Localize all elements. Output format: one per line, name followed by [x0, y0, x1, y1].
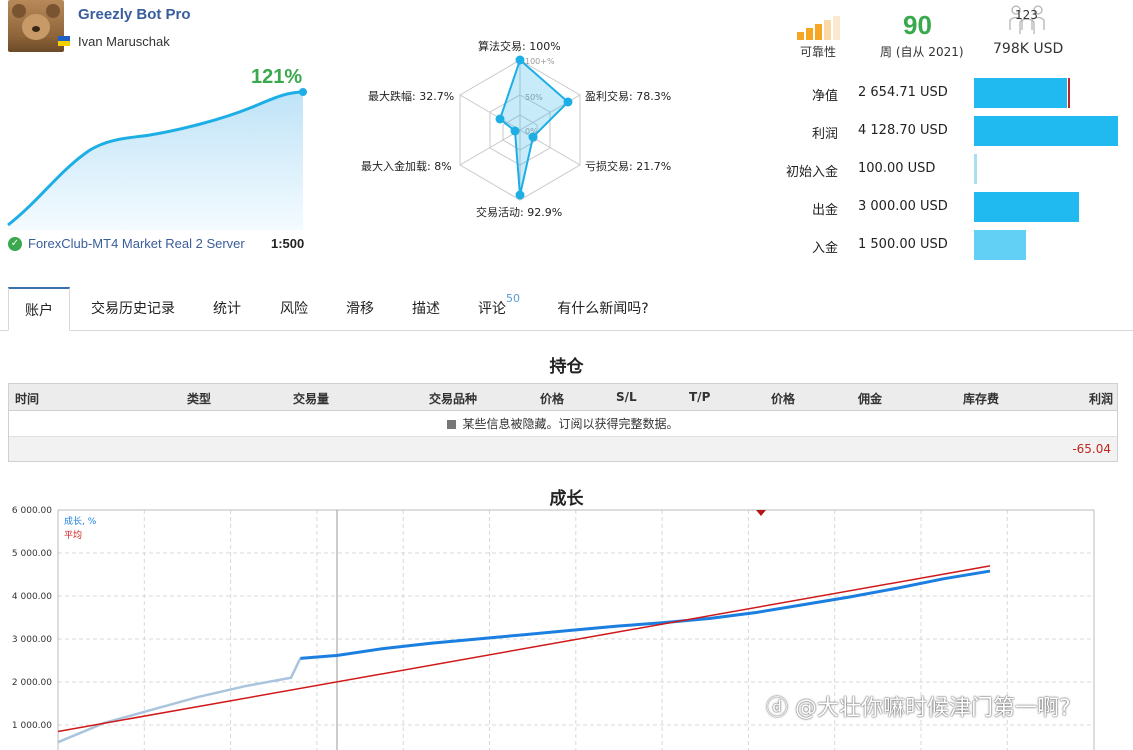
radar-point	[515, 55, 525, 65]
radar-point	[510, 126, 520, 136]
positions-total-row: -65.04	[9, 437, 1117, 461]
subscribers-count: 123	[1015, 8, 1038, 22]
subscribers-funds: 798K USD	[993, 41, 1064, 57]
radar-point	[563, 97, 573, 107]
hidden-info-text: 某些信息被隐藏。订阅以获得完整数据。	[462, 417, 679, 431]
tab-statistics[interactable]: 统计	[200, 287, 254, 331]
radar-label-activity: 交易活动: 92.9%	[476, 206, 563, 219]
finance-value: 3 000.00 USD	[858, 199, 948, 214]
growth-y-tick: 6 000.00	[12, 506, 52, 516]
growth-series-line-history	[57, 657, 302, 744]
hidden-info-note: 某些信息被隐藏。订阅以获得完整数据。	[9, 411, 1117, 437]
growth-y-tick: 5 000.00	[12, 549, 52, 559]
growth-legend-avg: 平均	[64, 529, 82, 541]
radar-chart: 100+% 50% 0% 算法交易: 100% 盈利交易: 78.3% 亏损交易…	[350, 30, 690, 230]
tab-account[interactable]: 账户	[8, 287, 70, 331]
finance-row-profit: 利润 4 128.70 USD	[760, 116, 1130, 146]
bot-avatar[interactable]	[8, 0, 64, 52]
column-header: 价格	[540, 392, 565, 406]
finance-key: 入金	[811, 241, 838, 256]
column-header: 时间	[15, 392, 40, 406]
column-header: 价格	[771, 392, 796, 406]
finance-value: 2 654.71 USD	[858, 85, 948, 100]
radar-label-profit-trades: 盈利交易: 78.3%	[585, 90, 672, 103]
tab-slippage[interactable]: 滑移	[332, 287, 388, 331]
finance-bar	[974, 78, 1067, 108]
leverage: 1:500	[271, 236, 305, 251]
radar-label-max-deposit-load: 最大入金加载: 8%	[361, 160, 452, 173]
radar-label-max-drawdown: 最大跌幅: 32.7%	[368, 90, 455, 103]
server-name: ForexClub-MT4 Market Real 2 Server	[28, 236, 245, 251]
finance-row-deposits: 入金 1 500.00 USD	[760, 230, 1130, 260]
watermark: ⓓ @大壮你嘛时候津门第一啊?	[766, 696, 1071, 721]
column-header: 利润	[1089, 392, 1114, 406]
reviews-count-badge: 50	[506, 292, 520, 305]
finance-bar	[974, 230, 1026, 260]
radar-point	[528, 132, 538, 142]
tab-news[interactable]: 有什么新闻吗?	[545, 287, 661, 331]
column-header: 佣金	[858, 392, 883, 406]
finance-bar	[974, 116, 1118, 146]
column-header: 交易量	[293, 392, 330, 406]
equity-marker	[1068, 78, 1070, 108]
bot-name[interactable]: Greezly Bot Pro	[78, 6, 191, 23]
finance-key: 初始入金	[785, 165, 838, 180]
radar-point	[495, 114, 505, 124]
tab-risks[interactable]: 风险	[266, 287, 322, 331]
weeks-count: 90	[903, 10, 932, 40]
tab-bar: 账户 交易历史记录 统计 风险 滑移 描述 评论 有什么新闻吗?	[0, 287, 1133, 331]
radar-label-loss-trades: 亏损交易: 21.7%	[585, 160, 672, 173]
growth-legend-growth: 成长, %	[64, 515, 97, 527]
finance-key: 出金	[811, 203, 838, 218]
finance-bar	[974, 154, 977, 184]
positions-total-profit: -65.04	[1072, 442, 1111, 456]
positions-table: 时间 类型 交易量 交易品种 价格 S/L T/P 价格 佣金 库存费 利润 某…	[8, 383, 1118, 462]
positions-table-header: 时间 类型 交易量 交易品种 价格 S/L T/P 价格 佣金 库存费 利润	[9, 384, 1117, 411]
column-header: 交易品种	[429, 392, 478, 406]
finance-value: 1 500.00 USD	[858, 237, 948, 252]
column-header: 类型	[187, 392, 212, 406]
radar-point	[515, 190, 525, 200]
finance-row-initial-deposit: 初始入金 100.00 USD	[760, 154, 1130, 184]
finance-value: 100.00 USD	[858, 161, 936, 176]
radar-ring-label-100: 100+%	[525, 57, 555, 66]
author-name[interactable]: Ivan Maruschak	[78, 34, 170, 49]
column-header: 库存费	[963, 392, 1000, 406]
growth-y-tick: 1 000.00	[12, 721, 52, 731]
mini-chart-area	[8, 92, 303, 230]
finance-key: 净值	[811, 89, 838, 104]
verified-check-icon: ✓	[8, 236, 22, 251]
radar-svg: 100+% 50% 0%	[459, 55, 581, 201]
finance-row-equity: 净值 2 654.71 USD	[760, 78, 1130, 108]
radar-label-algo: 算法交易: 100%	[478, 40, 561, 53]
tab-description[interactable]: 描述	[398, 287, 454, 331]
radar-value-polygon	[498, 58, 570, 196]
finance-bar	[974, 192, 1079, 222]
growth-y-tick: 4 000.00	[12, 592, 52, 602]
ukraine-flag-icon	[58, 36, 70, 46]
finance-row-withdrawals: 出金 3 000.00 USD	[760, 192, 1130, 222]
mini-growth-chart	[7, 88, 307, 230]
weeks-label: 周 (自从 2021)	[880, 45, 964, 59]
column-header: T/P	[689, 390, 711, 404]
finance-value: 4 128.70 USD	[858, 123, 948, 138]
finance-key: 利润	[811, 127, 838, 142]
column-header: S/L	[616, 390, 637, 404]
growth-y-tick: 2 000.00	[12, 678, 52, 688]
server-info[interactable]: ✓ ForexClub-MT4 Market Real 2 Server	[8, 236, 245, 251]
positions-title: 持仓	[549, 357, 584, 377]
mini-chart-endpoint	[299, 88, 307, 96]
growth-marker-icon	[756, 510, 766, 516]
growth-y-tick: 3 000.00	[12, 635, 52, 645]
lock-icon	[447, 420, 457, 429]
tab-trade-history[interactable]: 交易历史记录	[80, 287, 186, 331]
reliability-bars-icon	[797, 16, 840, 40]
reliability-label: 可靠性	[800, 45, 837, 59]
